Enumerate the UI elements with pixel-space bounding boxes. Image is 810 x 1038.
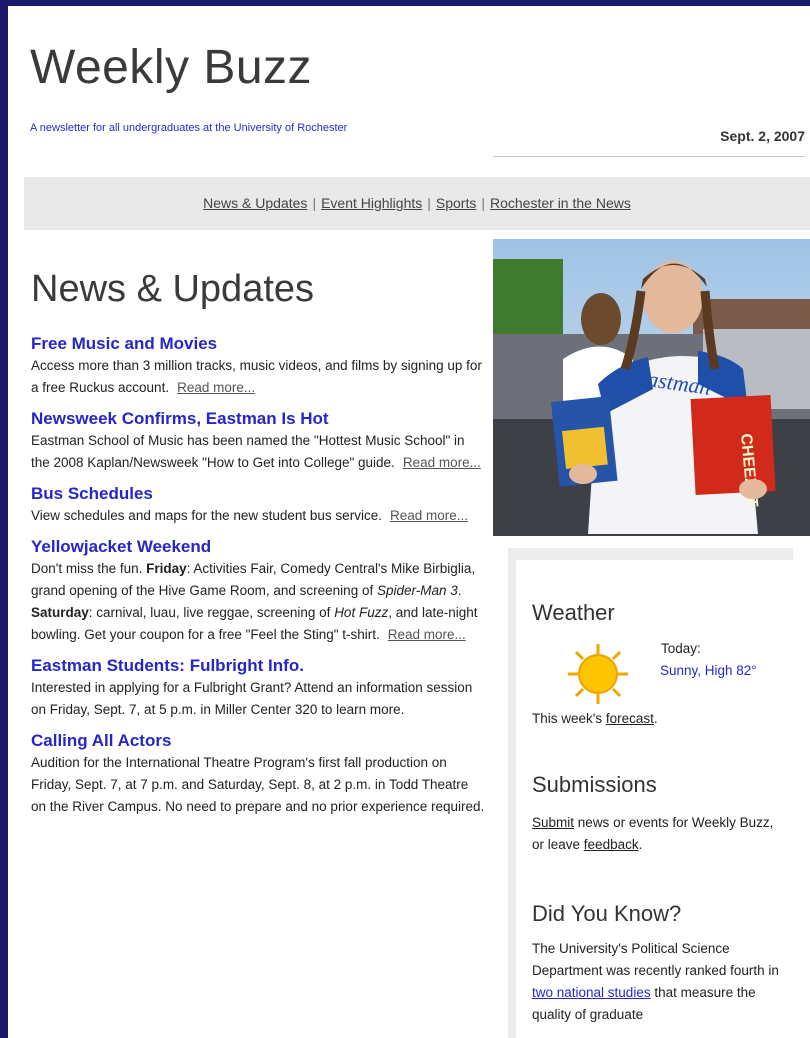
- article-title-link[interactable]: Eastman Students: Fulbright Info.: [31, 656, 486, 676]
- weather-heading: Weather: [532, 600, 615, 625]
- fact-text: The University's Political Science Depar…: [532, 941, 779, 978]
- read-more-link[interactable]: Read more...: [390, 508, 468, 523]
- article-list: Free Music and Movies Access more than 3…: [31, 334, 486, 828]
- article-body: Eastman School of Music has been named t…: [31, 430, 486, 474]
- nav-link-news-updates[interactable]: News & Updates: [203, 195, 307, 211]
- article-text: Eastman School of Music has been named t…: [31, 433, 465, 470]
- sun-icon: [568, 644, 628, 704]
- forecast-link[interactable]: forecast: [606, 711, 654, 726]
- read-more-link[interactable]: Read more...: [177, 380, 255, 395]
- article-text: : carnival, luau, live reggae, screening…: [88, 605, 331, 620]
- article-text: Don't miss the fun.: [31, 561, 143, 576]
- day-label-saturday: Saturday: [31, 605, 89, 620]
- national-studies-link[interactable]: two national studies: [532, 985, 651, 1000]
- movie-title: Hot Fuzz: [334, 605, 389, 620]
- read-more-link[interactable]: Read more...: [388, 627, 466, 642]
- nav-separator: |: [312, 195, 317, 211]
- article-title-link[interactable]: Free Music and Movies: [31, 334, 486, 354]
- weather-conditions: Sunny, High 82°: [660, 663, 757, 678]
- article: Eastman Students: Fulbright Info. Intere…: [31, 656, 486, 721]
- movie-title: Spider-Man 3: [376, 583, 458, 598]
- feedback-link[interactable]: feedback: [584, 837, 639, 852]
- article-title-link[interactable]: Newsweek Confirms, Eastman Is Hot: [31, 409, 486, 429]
- article-body: Access more than 3 million tracks, music…: [31, 355, 486, 399]
- article-title-link[interactable]: Yellowjacket Weekend: [31, 537, 486, 557]
- feature-photo: Eastman CHEEZ-IT: [493, 239, 810, 536]
- student-photo-illustration: Eastman CHEEZ-IT: [493, 239, 810, 536]
- newsletter-page: Weekly Buzz A newsletter for all undergr…: [8, 6, 810, 1038]
- article-body: View schedules and maps for the new stud…: [31, 505, 486, 527]
- article: Free Music and Movies Access more than 3…: [31, 334, 486, 399]
- article-title-link[interactable]: Calling All Actors: [31, 731, 486, 751]
- submissions-heading: Submissions: [532, 772, 657, 797]
- submissions-text: Submit news or events for Weekly Buzz, o…: [532, 812, 782, 856]
- submissions-end: .: [638, 837, 643, 852]
- day-label-friday: Friday: [146, 561, 187, 576]
- did-you-know-text: The University's Political Science Depar…: [532, 938, 784, 1026]
- forecast-text: This week's: [532, 711, 603, 726]
- read-more-link[interactable]: Read more...: [403, 455, 481, 470]
- nav-link-rochester-in-news[interactable]: Rochester in the News: [490, 195, 631, 211]
- section-nav: News & Updates | Event Highlights | Sports | R…: [24, 177, 810, 230]
- nav-separator: |: [481, 195, 485, 211]
- did-you-know-heading: Did You Know?: [532, 901, 682, 926]
- newsletter-tagline: A newsletter for all undergraduates at t…: [30, 122, 348, 134]
- article: Bus Schedules View schedules and maps fo…: [31, 484, 486, 527]
- issue-date: Sept. 2, 2007: [493, 128, 805, 157]
- article-title-link[interactable]: Bus Schedules: [31, 484, 486, 504]
- weather-today: Today: Sunny, High 82°: [660, 638, 757, 682]
- today-label: Today:: [661, 641, 701, 656]
- article: Newsweek Confirms, Eastman Is Hot Eastma…: [31, 409, 486, 474]
- sidebar-panel: Weather Today: Sunny, High 82° This week…: [516, 560, 801, 1038]
- newsletter-title: Weekly Buzz: [30, 41, 313, 94]
- article-body: Interested in applying for a Fulbright G…: [31, 680, 473, 717]
- section-heading: News & Updates: [31, 268, 315, 310]
- article-body: Don't miss the fun. Friday: Activities F…: [31, 561, 478, 642]
- submit-link[interactable]: Submit: [532, 815, 574, 830]
- article-text: Access more than 3 million tracks, music…: [31, 358, 482, 395]
- article: Calling All Actors Audition for the Inte…: [31, 731, 486, 818]
- article: Yellowjacket Weekend Don't miss the fun.…: [31, 537, 486, 646]
- article-body: Audition for the International Theatre P…: [31, 755, 485, 814]
- forecast-text-end: .: [653, 711, 658, 726]
- nav-link-sports[interactable]: Sports: [436, 195, 476, 211]
- sidebar: Weather Today: Sunny, High 82° This week…: [508, 548, 801, 1038]
- nav-separator: |: [427, 195, 431, 211]
- weekly-forecast-text: This week's forecast.: [532, 708, 658, 730]
- article-text: View schedules and maps for the new stud…: [31, 508, 382, 523]
- nav-link-event-highlights[interactable]: Event Highlights: [321, 195, 422, 211]
